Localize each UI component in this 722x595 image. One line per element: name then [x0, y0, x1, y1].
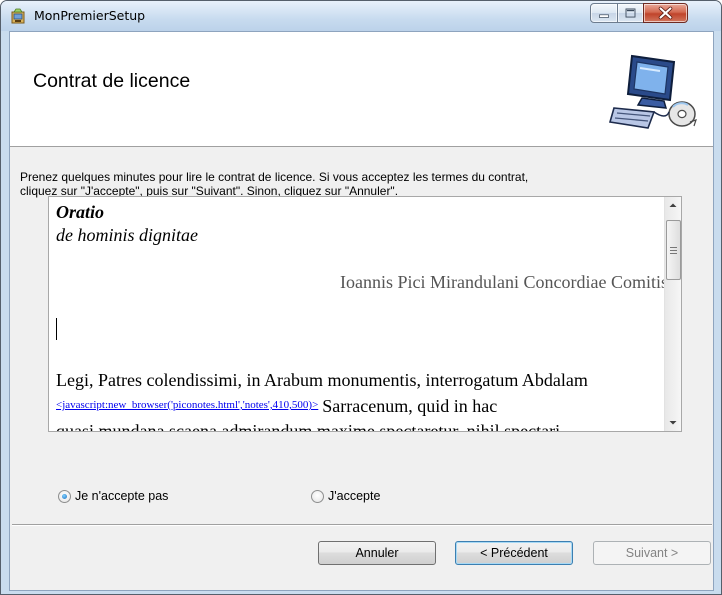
installer-window: MonPremierSetup Contrat de licence Prene… [0, 0, 722, 595]
text-caret [56, 318, 57, 340]
close-icon [658, 6, 673, 20]
header-banner: Contrat de licence [10, 32, 713, 147]
minimize-icon [599, 14, 609, 18]
scroll-grip-line [670, 250, 677, 251]
license-author: Ioannis Pici Mirandulani Concordiae Comi… [340, 272, 668, 292]
footer-separator [12, 524, 712, 526]
instructions-line-1: Prenez quelques minutes pour lire le con… [20, 170, 529, 184]
maximize-icon [625, 8, 636, 18]
license-title: Oratio [56, 202, 105, 222]
license-paragraph-line-2: <javascript:new_browser('piconotes.html'… [56, 396, 497, 417]
scroll-grip-line [670, 253, 677, 254]
license-notes-link[interactable]: <javascript:new_browser('piconotes.html'… [56, 399, 318, 411]
scroll-down-arrow-icon[interactable] [665, 414, 681, 431]
instructions-text: Prenez quelques minutes pour lire le con… [20, 170, 700, 198]
window-title: MonPremierSetup [34, 8, 146, 23]
previous-button[interactable]: < Précédent [455, 541, 573, 565]
maximize-button[interactable] [617, 3, 644, 23]
vertical-scrollbar[interactable] [664, 197, 681, 431]
license-paragraph-line-2-text: Sarracenum, quid in hac [322, 396, 498, 416]
scroll-grip-line [670, 247, 677, 248]
license-subtitle: de hominis dignitae [56, 225, 198, 245]
page-title: Contrat de licence [33, 70, 191, 92]
caption-buttons [590, 3, 715, 24]
next-button[interactable]: Suivant > [593, 541, 711, 565]
radio-selected-dot [62, 494, 67, 499]
setup-app-icon [11, 8, 25, 24]
decline-radio-button[interactable] [58, 490, 71, 503]
title-bar[interactable]: MonPremierSetup [1, 1, 721, 31]
computer-setup-icon [608, 54, 697, 129]
close-button[interactable] [643, 3, 688, 23]
decline-radio-label[interactable]: Je n'accepte pas [75, 489, 168, 503]
license-paragraph-line-3: quasi mundana scaena admirandum maxime s… [56, 421, 561, 432]
cancel-button[interactable]: Annuler [318, 541, 436, 565]
accept-radio-button[interactable] [311, 490, 324, 503]
scroll-thumb[interactable] [666, 220, 681, 280]
accept-radio-label[interactable]: J'accepte [328, 489, 380, 503]
license-paragraph-line-1: Legi, Patres colendissimi, in Arabum mon… [56, 370, 588, 390]
minimize-button[interactable] [590, 3, 618, 23]
license-text-box[interactable]: Oratio de hominis dignitae Ioannis Pici … [48, 196, 682, 432]
scroll-up-arrow-icon[interactable] [665, 197, 681, 214]
